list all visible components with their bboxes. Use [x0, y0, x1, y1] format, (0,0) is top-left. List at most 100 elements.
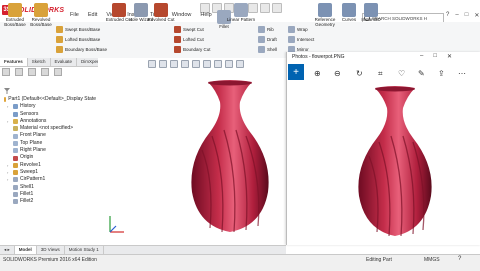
expand-icon: › — [7, 162, 9, 168]
nav-arrows[interactable]: ◂ ▸ — [0, 246, 15, 254]
photos-minimize-button[interactable]: – — [420, 53, 423, 60]
crop-icon[interactable]: ⌗ — [378, 69, 383, 79]
boundary-boss-button[interactable]: Boundary Boss/Base — [56, 46, 107, 53]
property-manager-icon[interactable] — [15, 68, 23, 76]
tree-item-fillet1[interactable]: Fillet1 — [4, 191, 96, 198]
swept-boss-button[interactable]: Swept Boss/Base — [56, 26, 100, 33]
circular-pattern-icon — [13, 177, 18, 183]
swept-cut-label: Swept Cut — [183, 27, 204, 32]
tree-item-material[interactable]: Material <not specified> — [4, 125, 96, 132]
tree-item-front-plane[interactable]: Front Plane — [4, 132, 96, 139]
help-button[interactable]: ? — [446, 12, 449, 19]
photos-maximize-button[interactable]: □ — [433, 53, 437, 60]
photos-close-button[interactable]: ✕ — [447, 53, 452, 60]
shell-label: Shell — [267, 47, 278, 52]
dimxpert-manager-icon[interactable] — [41, 68, 49, 76]
draft-label: Draft — [267, 37, 277, 42]
draft-button[interactable]: Draft — [258, 36, 277, 43]
feature-manager-toolbar — [2, 68, 96, 76]
boundary-boss-label: Boundary Boss/Base — [65, 47, 108, 52]
hide-show-icon[interactable] — [214, 60, 222, 68]
photos-add-button[interactable]: + — [288, 64, 304, 80]
view-orientation-icon[interactable] — [192, 60, 200, 68]
menu-edit[interactable]: Edit — [88, 12, 97, 18]
tree-root-label: Part1 (Default<<Default>_Display State — [8, 96, 96, 102]
tree-item-sensors[interactable]: Sensors — [4, 111, 96, 118]
rib-button[interactable]: Rib — [258, 26, 274, 33]
more-icon[interactable]: ⋯ — [458, 69, 466, 78]
expand-icon: › — [7, 169, 9, 175]
zoom-area-icon[interactable] — [159, 60, 167, 68]
tree-item-revolve1[interactable]: › Revolve1 — [4, 162, 96, 169]
tree-item-label: History — [20, 103, 36, 110]
tab-sketch[interactable]: Sketch — [28, 58, 51, 66]
instant3d-button[interactable]: Instant3D — [356, 3, 386, 23]
swept-boss-label: Swept Boss/Base — [65, 27, 101, 32]
fillet-feature-icon — [13, 192, 18, 197]
intersect-button[interactable]: Intersect — [288, 36, 314, 43]
edit-icon[interactable]: ✎ — [418, 69, 425, 78]
tree-item-right-plane[interactable]: Right Plane — [4, 147, 96, 154]
material-icon — [13, 126, 18, 132]
tree-item-fillet2[interactable]: Fillet2 — [4, 198, 96, 205]
lofted-boss-button[interactable]: Lofted Boss/Base — [56, 36, 100, 43]
tree-item-origin[interactable]: Origin — [4, 154, 96, 161]
tree-item-label: CirPattern1 — [20, 176, 46, 183]
maximize-button[interactable]: □ — [465, 12, 469, 19]
close-button[interactable]: ✕ — [474, 12, 479, 19]
scene-icon[interactable] — [236, 60, 244, 68]
tree-item-shell1[interactable]: Shell1 — [4, 184, 96, 191]
display-style-icon[interactable] — [203, 60, 211, 68]
display-manager-icon[interactable] — [54, 68, 62, 76]
loft-icon — [56, 36, 63, 43]
appearance-icon[interactable] — [225, 60, 233, 68]
filter-icon[interactable] — [2, 88, 96, 94]
linear-pattern-button[interactable]: Linear Pattern — [226, 3, 256, 23]
vase-model[interactable] — [180, 80, 280, 240]
lofted-cut-label: Lofted Cut — [183, 37, 204, 42]
tab-model[interactable]: Model — [14, 246, 37, 254]
heart-icon[interactable]: ♡ — [398, 69, 405, 78]
tree-item-top-plane[interactable]: Top Plane — [4, 140, 96, 147]
plane-icon — [13, 140, 18, 146]
help-icon[interactable]: ? — [458, 256, 461, 262]
tree-item-annotations[interactable]: › Annotations — [4, 118, 96, 125]
tab-evaluate[interactable]: Evaluate — [51, 58, 78, 66]
feature-tree-icon[interactable] — [2, 68, 10, 76]
options-gear-icon[interactable] — [272, 3, 282, 13]
tab-motion-study[interactable]: Motion Study 1 — [65, 246, 104, 254]
section-view-icon[interactable] — [181, 60, 189, 68]
lofted-cut-button[interactable]: Lofted Cut — [174, 36, 204, 43]
tab-3d-views[interactable]: 3D Views — [37, 246, 65, 254]
zoom-in-icon[interactable]: ⊕ — [314, 69, 321, 78]
configuration-manager-icon[interactable] — [28, 68, 36, 76]
photos-window-controls: – □ ✕ — [420, 53, 452, 60]
rotate-icon[interactable]: ↻ — [356, 69, 363, 78]
tree-item-history[interactable]: › History — [4, 103, 96, 110]
rebuild-icon[interactable] — [260, 3, 270, 13]
revolved-boss-button[interactable]: Revolved Boss/Base — [26, 3, 56, 28]
status-units[interactable]: MMGS — [424, 257, 440, 263]
revolved-cut-label: Revolved Cut — [147, 17, 175, 22]
previous-view-icon[interactable] — [170, 60, 178, 68]
tree-item-cirpattern1[interactable]: › CirPattern1 — [4, 176, 96, 183]
menu-help[interactable]: Help — [200, 12, 211, 18]
curves-label: Curves — [341, 17, 357, 22]
extruded-cut-icon — [112, 3, 126, 17]
revolve-feature-icon — [13, 162, 18, 168]
minimize-button[interactable]: – — [455, 12, 458, 19]
menu-file[interactable]: File — [70, 12, 79, 18]
zoom-out-icon[interactable]: ⊖ — [334, 69, 341, 78]
tree-item-sweep1[interactable]: › Sweep1 — [4, 169, 96, 176]
sweep-feature-icon — [13, 170, 18, 176]
shell-button[interactable]: Shell — [258, 46, 277, 53]
tree-root[interactable]: Part1 (Default<<Default>_Display State — [4, 96, 96, 103]
tab-features[interactable]: Features — [0, 58, 28, 66]
revolved-cut-icon — [154, 3, 168, 17]
share-icon[interactable]: ⇪ — [438, 69, 445, 78]
revolved-cut-button[interactable]: Revolved Cut — [146, 3, 176, 23]
swept-cut-button[interactable]: Swept Cut — [174, 26, 204, 33]
boundary-cut-button[interactable]: Boundary Cut — [174, 46, 211, 53]
zoom-to-fit-icon[interactable] — [148, 60, 156, 68]
wrap-button[interactable]: Wrap — [288, 26, 308, 33]
